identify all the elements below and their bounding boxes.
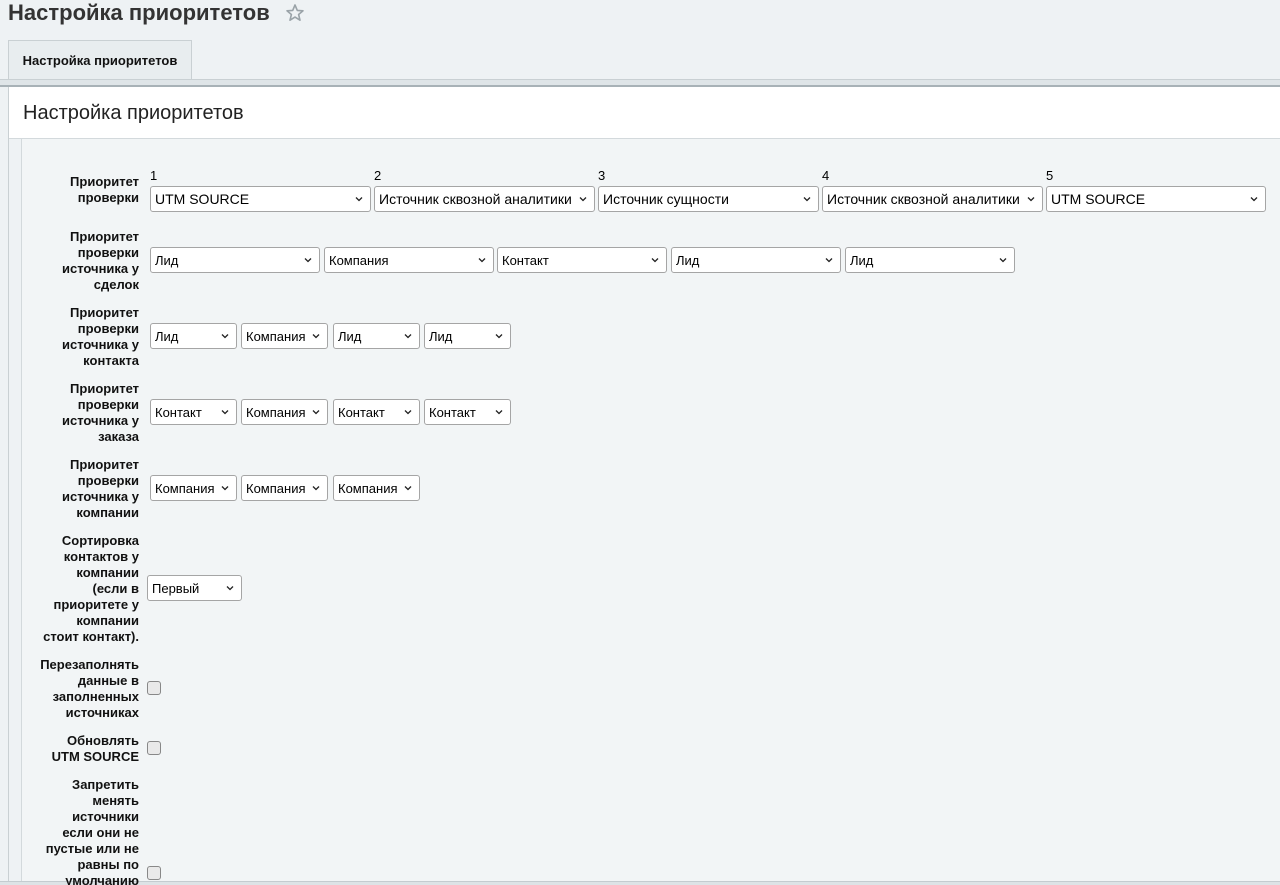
field-label: Приоритет проверки источника у компании	[61, 457, 139, 520]
select-dropdown[interactable]: Источник сквозной аналитики	[374, 186, 595, 212]
column-number: 4	[822, 168, 830, 183]
select-value: UTM SOURCE	[1051, 191, 1146, 207]
select-dropdown[interactable]: Лид	[671, 247, 841, 273]
panel-header: Настройка приоритетов	[9, 87, 1280, 139]
select-dropdown[interactable]: Компания	[241, 323, 328, 349]
field-label: Приоритет проверки источника у заказа	[61, 381, 139, 444]
bottom-bar	[0, 881, 1280, 885]
select-value: Лид	[155, 328, 179, 344]
tab-priorities[interactable]: Настройка приоритетов	[8, 40, 192, 80]
select-dropdown[interactable]: Контакт	[424, 399, 511, 425]
select-dropdown[interactable]: Компания	[241, 399, 328, 425]
select-dropdown[interactable]: Первый	[147, 575, 242, 601]
chevron-down-icon	[404, 334, 412, 339]
tab-strip	[0, 79, 1280, 87]
select-value: Первый	[152, 580, 200, 596]
field-label: Приоритет проверки источника у сделок	[61, 229, 139, 292]
tab-label: Настройка приоритетов	[22, 53, 178, 68]
field-label: Обновлять UTM SOURCE	[51, 733, 139, 764]
select-value: Лид	[850, 252, 874, 268]
section-title: Настройка приоритетов	[23, 102, 244, 124]
chevron-down-icon	[312, 410, 320, 415]
chevron-down-icon	[1027, 197, 1035, 202]
select-dropdown[interactable]: Компания	[324, 247, 494, 273]
checkbox[interactable]	[147, 866, 161, 880]
chevron-down-icon	[221, 410, 229, 415]
column-number: 1	[150, 168, 158, 183]
select-dropdown[interactable]: Лид	[424, 323, 511, 349]
chevron-down-icon	[221, 486, 229, 491]
column-number: 5	[1046, 168, 1054, 183]
chevron-down-icon	[404, 410, 412, 415]
select-dropdown[interactable]: UTM SOURCE	[1046, 186, 1266, 212]
chevron-down-icon	[1250, 197, 1258, 202]
select-dropdown[interactable]: Лид	[333, 323, 420, 349]
chevron-down-icon	[495, 410, 503, 415]
select-value: Лид	[676, 252, 700, 268]
chevron-down-icon	[579, 197, 587, 202]
chevron-down-icon	[312, 486, 320, 491]
select-dropdown[interactable]: Источник сквозной аналитики	[822, 186, 1043, 212]
select-dropdown[interactable]: Лид	[150, 247, 320, 273]
chevron-down-icon	[226, 586, 234, 591]
chevron-down-icon	[312, 334, 320, 339]
select-dropdown[interactable]: Источник сущности	[598, 186, 819, 212]
select-value: Компания	[246, 328, 306, 344]
column-number: 3	[598, 168, 606, 183]
select-value: Компания	[338, 480, 398, 496]
chevron-down-icon	[999, 258, 1007, 263]
select-value: Источник сущности	[603, 191, 729, 207]
select-value: Контакт	[502, 252, 549, 268]
column-number: 2	[374, 168, 382, 183]
field-label: Приоритет проверки источника у контакта	[61, 305, 139, 368]
chevron-down-icon	[221, 334, 229, 339]
chevron-down-icon	[495, 334, 503, 339]
select-dropdown[interactable]: Контакт	[333, 399, 420, 425]
chevron-down-icon	[404, 486, 412, 491]
select-value: Лид	[155, 252, 179, 268]
star-icon[interactable]	[285, 3, 305, 23]
select-dropdown[interactable]: Лид	[150, 323, 237, 349]
select-dropdown[interactable]: Контакт	[150, 399, 237, 425]
chevron-down-icon	[803, 197, 811, 202]
select-dropdown[interactable]: Компания	[241, 475, 328, 501]
field-label: Приоритет проверки	[70, 174, 139, 205]
select-dropdown[interactable]: Лид	[845, 247, 1015, 273]
chevron-down-icon	[355, 197, 363, 202]
select-value: Контакт	[429, 404, 476, 420]
select-value: Компания	[329, 252, 389, 268]
select-value: Источник сквозной аналитики	[827, 191, 1020, 207]
select-value: UTM SOURCE	[155, 191, 250, 207]
chevron-down-icon	[651, 258, 659, 263]
select-value: Компания	[246, 404, 306, 420]
select-value: Компания	[246, 480, 306, 496]
page: Настройка приоритетов Настройка приорите…	[0, 0, 1280, 885]
page-title: Настройка приоритетов	[8, 0, 270, 25]
checkbox[interactable]	[147, 741, 161, 755]
select-dropdown[interactable]: Компания	[150, 475, 237, 501]
field-label: Сортировка контактов у компании (если в прио…	[43, 533, 139, 644]
select-value: Компания	[155, 480, 215, 496]
select-dropdown[interactable]: UTM SOURCE	[150, 186, 371, 212]
checkbox[interactable]	[147, 681, 161, 695]
field-label: Перезаполнять данные в заполненных источник…	[40, 657, 139, 720]
chevron-down-icon	[304, 258, 312, 263]
field-label: Запретить менять источники если они не пусты…	[45, 777, 139, 885]
select-value: Лид	[338, 328, 362, 344]
select-dropdown[interactable]: Компания	[333, 475, 420, 501]
select-value: Лид	[429, 328, 453, 344]
select-value: Контакт	[155, 404, 202, 420]
select-dropdown[interactable]: Контакт	[497, 247, 667, 273]
select-value: Контакт	[338, 404, 385, 420]
chevron-down-icon	[825, 258, 833, 263]
select-value: Источник сквозной аналитики	[379, 191, 572, 207]
chevron-down-icon	[478, 258, 486, 263]
